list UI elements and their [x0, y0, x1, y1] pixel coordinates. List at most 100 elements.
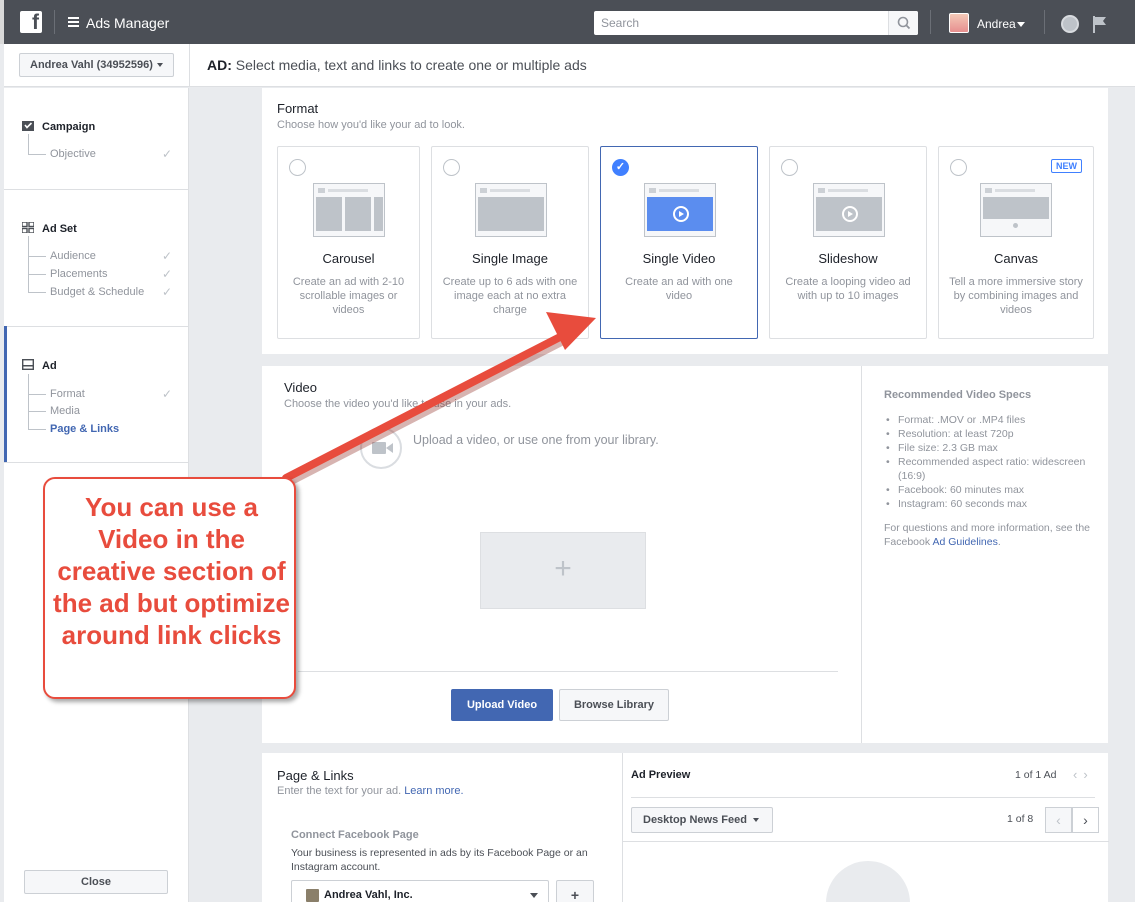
- card-title: Single Video: [642, 251, 716, 266]
- play-icon: [842, 206, 858, 222]
- format-card-single-video[interactable]: ✓ Single Video Create an ad with one vid…: [600, 146, 758, 339]
- sidebar-section-label: Campaign: [42, 121, 96, 133]
- check-icon: ✓: [162, 249, 173, 263]
- upload-video-button[interactable]: Upload Video: [451, 689, 553, 721]
- ad-count: 1 of 1 Ad: [1015, 769, 1057, 781]
- preview-next-button[interactable]: ›: [1072, 807, 1099, 833]
- account-selector[interactable]: Andrea Vahl (34952596): [19, 53, 174, 77]
- annotation-callout: You can use a Video in the creative sect…: [43, 477, 296, 699]
- connect-page-description: Your business is represented in ads by i…: [291, 847, 588, 873]
- sidebar-section-label: Ad Set: [42, 223, 77, 235]
- flag-icon[interactable]: [1092, 15, 1108, 36]
- user-name: Andrea: [977, 17, 1016, 31]
- radio-carousel[interactable]: [289, 159, 306, 176]
- sidebar-item-campaign[interactable]: Campaign: [22, 120, 95, 133]
- page-links-title: Page & Links: [277, 768, 354, 783]
- radio-canvas[interactable]: [950, 159, 967, 176]
- chevron-right-icon: ›: [1083, 812, 1088, 828]
- spec-item: Format: .MOV or .MP4 files: [884, 413, 1098, 427]
- ad-preview-title: Ad Preview: [631, 769, 691, 781]
- single-image-thumbnail: [475, 183, 547, 237]
- page-avatar: [306, 889, 319, 902]
- placement-value: Desktop News Feed: [643, 814, 747, 826]
- sidebar-item-media[interactable]: Media: [28, 391, 80, 417]
- sidebar-item-placements[interactable]: Placements: [28, 254, 107, 280]
- divider: [189, 44, 190, 87]
- plus-icon: +: [554, 552, 572, 585]
- page-title-prefix: AD:: [207, 57, 232, 73]
- facebook-page-select[interactable]: Andrea Vahl, Inc.: [291, 880, 549, 902]
- placement-dropdown[interactable]: Desktop News Feed: [631, 807, 773, 833]
- account-name: Andrea Vahl (34952596): [30, 59, 153, 71]
- check-icon: ✓: [162, 285, 173, 299]
- video-title: Video: [284, 380, 318, 395]
- check-icon: ✓: [162, 387, 173, 401]
- divider: [623, 841, 1109, 842]
- globe-icon[interactable]: [1061, 15, 1079, 33]
- chevron-down-icon: [1017, 22, 1025, 27]
- sidebar-section-campaign: Campaign Objective ✓: [4, 88, 188, 190]
- page-title-text: Select media, text and links to create o…: [235, 57, 587, 73]
- page-select-value: Andrea Vahl, Inc.: [324, 889, 413, 901]
- top-bar: f Ads Manager Andrea: [0, 0, 1135, 44]
- page-links-subtitle-text: Enter the text for your ad.: [277, 785, 405, 797]
- topbar-divider: [1044, 10, 1045, 34]
- close-button[interactable]: Close: [24, 870, 168, 894]
- divider: [298, 671, 838, 672]
- sidebar-section-adset: Ad Set Audience ✓ Placements ✓ Budget & …: [4, 190, 188, 327]
- format-card-single-image[interactable]: Single Image Create up to 6 ads with one…: [431, 146, 589, 339]
- spec-item: File size: 2.3 GB max: [884, 441, 1098, 455]
- video-subtitle: Choose the video you'd like to use in yo…: [284, 398, 512, 410]
- browse-library-button[interactable]: Browse Library: [559, 689, 669, 721]
- preview-placeholder: [826, 861, 910, 902]
- sidebar-section-ad: Ad Format ✓ Media Page & Links: [4, 327, 188, 463]
- sidebar-item-objective[interactable]: Objective: [28, 134, 96, 160]
- specs-footnote: For questions and more information, see …: [884, 521, 1098, 549]
- chevron-left-icon[interactable]: ‹: [1073, 767, 1083, 782]
- search-icon: [897, 16, 911, 30]
- ad-icon: [22, 359, 34, 370]
- ad-guidelines-link[interactable]: Ad Guidelines: [932, 536, 997, 548]
- facebook-logo-icon[interactable]: f: [20, 11, 42, 33]
- chevron-left-icon: ‹: [1056, 812, 1061, 828]
- card-description: Create an ad with one video: [625, 276, 733, 302]
- radio-slideshow[interactable]: [781, 159, 798, 176]
- radio-single-video-checked[interactable]: ✓: [612, 159, 629, 176]
- card-title: Carousel: [322, 251, 375, 266]
- new-badge: NEW: [1051, 159, 1082, 173]
- format-card-slideshow[interactable]: Slideshow Create a looping video ad with…: [769, 146, 927, 339]
- card-description: Create up to 6 ads with one image each a…: [442, 276, 578, 316]
- sidebar-item-format[interactable]: Format: [28, 374, 85, 400]
- search-button[interactable]: [888, 11, 918, 35]
- sidebar-item-ad[interactable]: Ad: [22, 359, 57, 372]
- preview-prev-button[interactable]: ‹: [1045, 807, 1072, 833]
- check-icon: ✓: [162, 267, 173, 281]
- card-description: Tell a more immersive story by combining…: [949, 276, 1083, 316]
- chevron-right-icon[interactable]: ›: [1083, 767, 1093, 782]
- connect-page-label: Connect Facebook Page: [291, 829, 419, 841]
- card-title: Single Image: [472, 251, 548, 266]
- sidebar-item-page-links[interactable]: Page & Links: [28, 409, 119, 435]
- format-title: Format: [277, 101, 319, 116]
- format-card-carousel[interactable]: Carousel Create an ad with 2-10 scrollab…: [277, 146, 420, 339]
- menu-icon[interactable]: [68, 17, 79, 29]
- subheader: Andrea Vahl (34952596) AD: Select media,…: [4, 44, 1135, 87]
- video-drop-zone[interactable]: +: [480, 532, 646, 609]
- search-input[interactable]: [594, 11, 888, 35]
- video-specs: Recommended Video Specs Format: .MOV or …: [861, 366, 1109, 743]
- format-card-canvas[interactable]: NEW Canvas Tell a more immersive story b…: [938, 146, 1094, 339]
- app-title[interactable]: Ads Manager: [86, 15, 169, 31]
- chevron-down-icon: [530, 893, 538, 898]
- specs-list: Format: .MOV or .MP4 files Resolution: a…: [884, 413, 1098, 511]
- ad-nav-arrows[interactable]: ‹›: [1073, 767, 1094, 782]
- plus-icon: +: [570, 887, 580, 902]
- radio-single-image[interactable]: [443, 159, 460, 176]
- single-video-thumbnail: [644, 183, 716, 237]
- learn-more-link[interactable]: Learn more.: [404, 785, 463, 797]
- sidebar-item-adset[interactable]: Ad Set: [22, 222, 77, 235]
- sidebar-item-budget-schedule[interactable]: Budget & Schedule: [28, 272, 144, 298]
- add-page-button[interactable]: +: [556, 880, 594, 902]
- specs-footnote-end: .: [997, 536, 1001, 548]
- topbar-divider: [54, 10, 55, 34]
- sidebar-item-audience[interactable]: Audience: [28, 236, 96, 262]
